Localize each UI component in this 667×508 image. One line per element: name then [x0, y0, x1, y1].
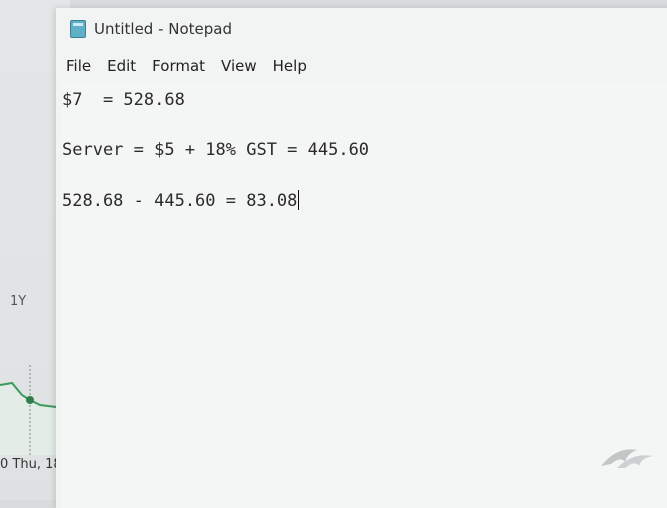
menu-bar: File Edit Format View Help [56, 54, 315, 78]
text-caret [298, 190, 300, 210]
menu-edit[interactable]: Edit [99, 57, 144, 75]
menu-file[interactable]: File [56, 57, 99, 75]
date-label: 0 Thu, 18 [0, 457, 62, 472]
watermark-logo [601, 449, 653, 468]
window-title: Untitled - Notepad [94, 20, 233, 38]
text-line: 528.68 - 445.60 = 83.08 [62, 190, 300, 211]
range-label[interactable]: 1Y [10, 294, 26, 309]
text-line-content: 528.68 - 445.60 = 83.08 [62, 191, 298, 211]
menu-view[interactable]: View [213, 57, 265, 75]
text-line: Server = $5 + 18% GST = 445.60 [62, 140, 369, 160]
text-editor[interactable]: $7 = 528.68 Server = $5 + 18% GST = 445.… [62, 82, 667, 508]
text-line-content: $7 = 528.68 [62, 90, 185, 110]
menu-format[interactable]: Format [144, 57, 213, 75]
text-line: $7 = 528.68 [62, 90, 185, 110]
notepad-window: Untitled - Notepad File Edit Format View… [56, 8, 667, 508]
menu-help[interactable]: Help [265, 57, 315, 75]
chart-point [26, 396, 34, 404]
text-line-content: Server = $5 + 18% GST = 445.60 [62, 140, 370, 160]
notepad-icon [70, 20, 86, 38]
title-bar[interactable]: Untitled - Notepad [56, 8, 667, 50]
